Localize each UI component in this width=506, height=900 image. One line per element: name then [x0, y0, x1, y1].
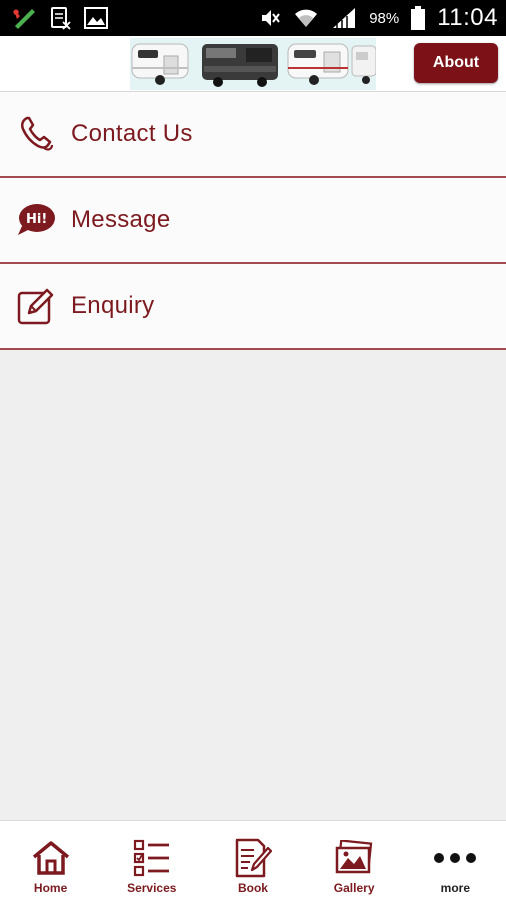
- list-item-contact-us[interactable]: Contact Us: [0, 92, 506, 178]
- list-item-label: Message: [71, 206, 171, 233]
- nav-item-services[interactable]: Services: [107, 821, 197, 895]
- status-bar: ● 98% 11:04: [0, 0, 506, 36]
- nav-label: more: [440, 881, 471, 895]
- caravan-banner-image: [130, 38, 376, 90]
- list-item-enquiry[interactable]: Enquiry: [0, 264, 506, 350]
- book-icon: [234, 837, 272, 879]
- nav-item-book[interactable]: Book: [208, 821, 298, 895]
- phone-icon: [16, 114, 56, 154]
- sim-icon: [50, 6, 72, 30]
- more-icon: [432, 837, 478, 879]
- list-item-label: Contact Us: [71, 120, 193, 147]
- home-icon: [31, 837, 71, 879]
- nav-item-gallery[interactable]: Gallery: [309, 821, 399, 895]
- status-bar-right: 98% 11:04: [259, 4, 498, 32]
- nav-label: Book: [237, 881, 268, 895]
- about-button[interactable]: About: [414, 43, 498, 83]
- bottom-nav: Home Services Book Gallery more: [0, 820, 506, 900]
- app-header: About: [0, 36, 506, 92]
- signal-icon: [331, 7, 357, 29]
- svg-text:Hi!: Hi!: [26, 212, 47, 227]
- svg-text:●: ●: [13, 8, 19, 16]
- nav-label: Home: [33, 881, 68, 895]
- edit-icon: [16, 286, 56, 326]
- list-icon: [133, 837, 171, 879]
- clock: 11:04: [437, 4, 498, 31]
- nav-label: Services: [127, 881, 177, 895]
- mute-icon: [259, 7, 281, 29]
- image-icon: [84, 7, 108, 29]
- list-item-message[interactable]: Hi! Message: [0, 178, 506, 264]
- gallery-icon: [334, 837, 374, 879]
- wifi-icon: [293, 7, 319, 29]
- chat-bubble-icon: Hi!: [16, 200, 56, 240]
- nav-label: Gallery: [333, 881, 375, 895]
- nav-item-more[interactable]: more: [410, 821, 500, 895]
- battery-icon: [411, 6, 426, 30]
- app-icon: ●: [12, 6, 38, 30]
- battery-percent: 98%: [369, 9, 400, 27]
- list-item-label: Enquiry: [71, 292, 155, 319]
- contact-options-list: Contact Us Hi! Message Enquiry: [0, 92, 506, 350]
- nav-item-home[interactable]: Home: [6, 821, 96, 895]
- status-bar-left: ●: [12, 6, 108, 30]
